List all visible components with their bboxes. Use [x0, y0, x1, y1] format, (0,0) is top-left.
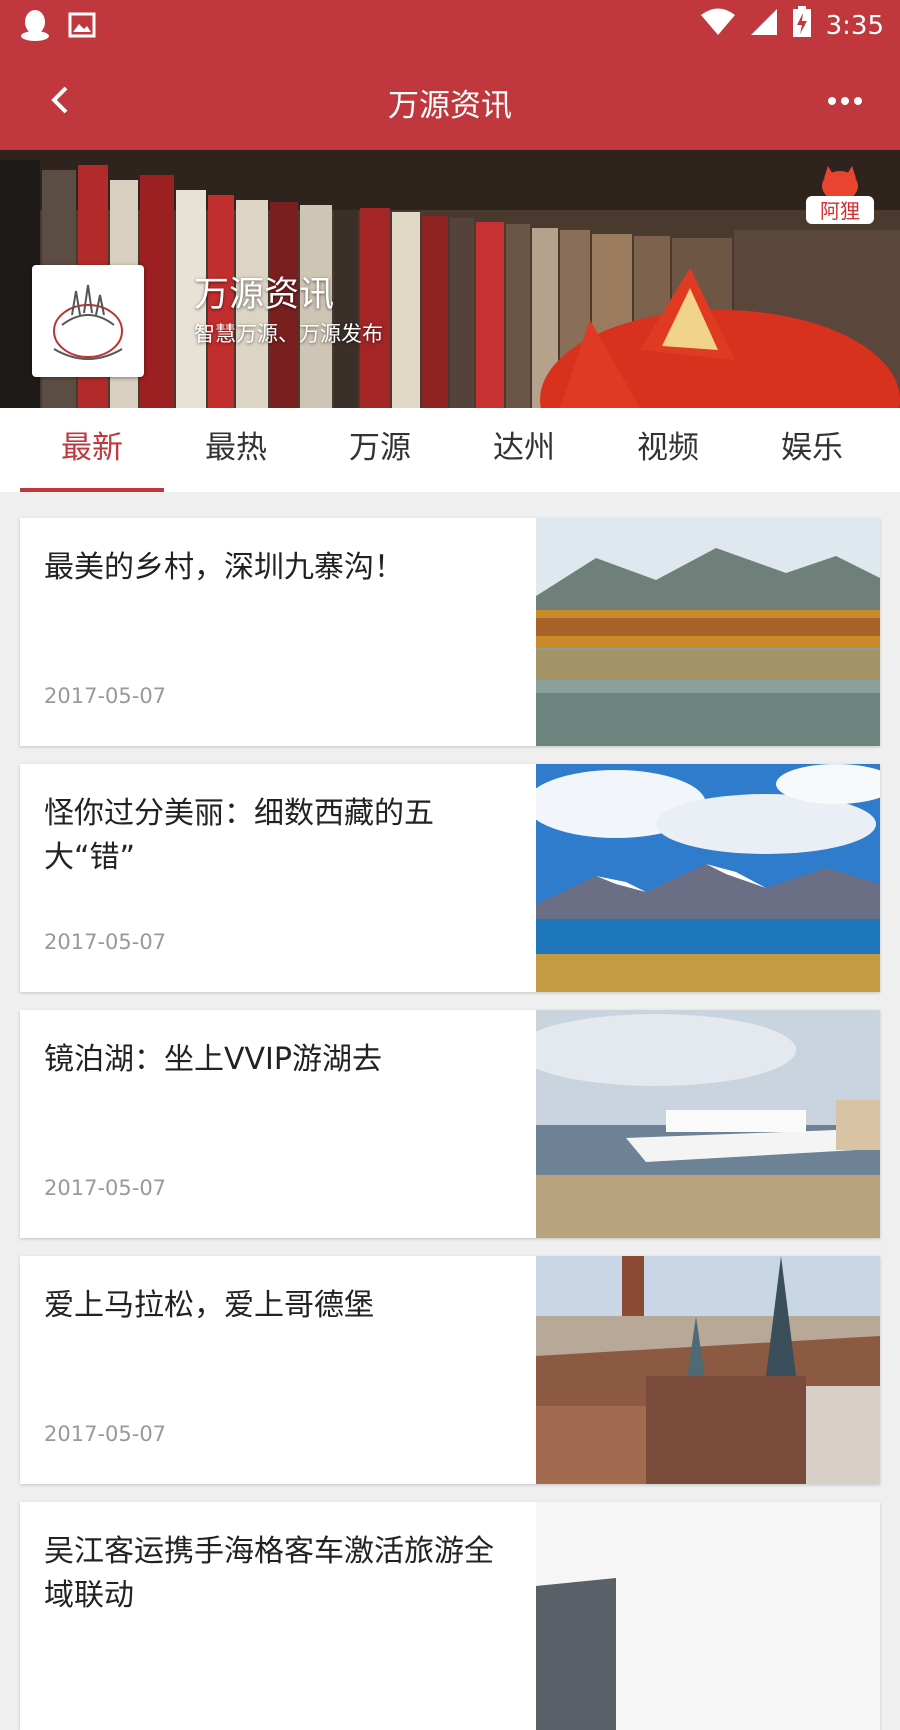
article-thumbnail	[536, 1256, 880, 1484]
tab-entertainment[interactable]: 娱乐	[740, 408, 884, 492]
more-horizontal-icon	[827, 91, 863, 110]
signal-icon	[750, 8, 778, 43]
clock-time: 3:35	[825, 10, 884, 41]
wifi-icon	[700, 8, 736, 43]
status-bar: 3:35	[0, 0, 900, 50]
tab-hottest[interactable]: 最热	[164, 408, 308, 492]
svg-text:阿狸: 阿狸	[820, 199, 860, 223]
article-title: 最美的乡村，深圳九寨沟！	[44, 550, 404, 585]
article-title: 怪你过分美丽：细数西藏的五大“错”	[44, 796, 434, 875]
article-date: 2017-05-07	[44, 1176, 167, 1200]
more-button[interactable]	[820, 80, 870, 120]
article-thumbnail	[536, 764, 880, 992]
tab-dazhou[interactable]: 达州	[452, 408, 596, 492]
article-card[interactable]: 镜泊湖：坐上VVIP游湖去 2017-05-07	[20, 1010, 880, 1238]
article-date: 2017-05-07	[44, 930, 167, 954]
article-card[interactable]: 爱上马拉松，爱上哥德堡 2017-05-07	[20, 1256, 880, 1484]
article-card[interactable]: 最美的乡村，深圳九寨沟！ 2017-05-07	[20, 518, 880, 746]
article-date: 2017-05-07	[44, 684, 167, 708]
channel-description: 智慧万源、万源发布	[194, 322, 383, 346]
article-date: 2017-05-07	[44, 1422, 167, 1446]
qq-penguin-icon	[20, 8, 50, 46]
channel-banner: 阿狸 万源资讯 智慧万源、万源发布	[0, 150, 900, 408]
article-thumbnail	[536, 1502, 880, 1730]
article-thumbnail	[536, 518, 880, 746]
article-title: 镜泊湖：坐上VVIP游湖去	[44, 1042, 382, 1077]
article-title: 爱上马拉松，爱上哥德堡	[44, 1288, 374, 1323]
article-card[interactable]: 怪你过分美丽：细数西藏的五大“错” 2017-05-07	[20, 764, 880, 992]
article-card[interactable]: 吴江客运携手海格客车激活旅游全域联动	[20, 1502, 880, 1730]
article-thumbnail	[536, 1010, 880, 1238]
image-icon	[68, 12, 96, 42]
tab-wanyuan[interactable]: 万源	[308, 408, 452, 492]
channel-logo	[32, 265, 144, 377]
tab-video[interactable]: 视频	[596, 408, 740, 492]
brand-mark-logo: 阿狸	[802, 164, 878, 232]
category-tab-bar: 最新 最热 万源 达州 视频 娱乐	[0, 408, 900, 492]
tab-latest[interactable]: 最新	[20, 408, 164, 492]
battery-charging-icon	[792, 6, 812, 45]
channel-name: 万源资讯	[194, 275, 335, 315]
page-title: 万源资讯	[388, 88, 512, 124]
app-bar: 万源资讯	[0, 50, 900, 150]
article-title: 吴江客运携手海格客车激活旅游全域联动	[44, 1534, 494, 1613]
